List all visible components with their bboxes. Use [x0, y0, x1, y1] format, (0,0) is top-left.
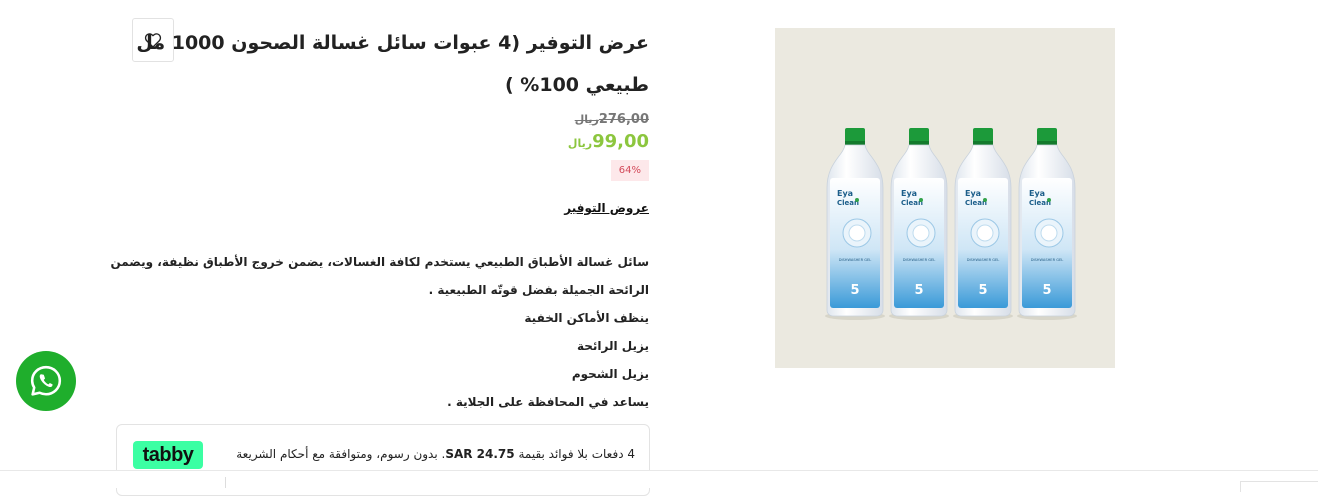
new-price-currency: ريال [567, 137, 593, 150]
description-line: يزيل الشحوم [571, 367, 649, 381]
description-line: ينظف الأماكن الخفية [524, 311, 649, 325]
svg-text:DISHWASHER GEL: DISHWASHER GEL [967, 258, 1000, 262]
new-price-value: 99,00 [592, 131, 649, 152]
svg-text:Eya: Eya [901, 189, 917, 198]
old-price: 276,00ريال [109, 112, 649, 127]
tabby-logo: tabby [133, 441, 203, 469]
product-image[interactable]: Eya Clean DISHWASHER GEL 5 Eya Clean DISHWASHE… [775, 28, 1115, 368]
svg-text:Eya: Eya [837, 189, 853, 198]
tabby-text-prefix: 4 دفعات بلا فوائد بقيمة [514, 447, 635, 461]
old-price-value: 276,00 [598, 112, 649, 127]
svg-text:5: 5 [1042, 283, 1051, 298]
bottom-bar [0, 470, 1318, 492]
product-title: عرض التوفير (4 عبوات سائل غسالة الصحون 1… [136, 32, 649, 96]
svg-text:5: 5 [850, 283, 859, 298]
svg-text:5: 5 [978, 283, 987, 298]
svg-text:5: 5 [914, 283, 923, 298]
product-description: سائل غسالة الأطباق الطبيعي يستخدم لكافة … [89, 248, 649, 416]
tabby-amount: SAR 24.75 [445, 447, 515, 461]
svg-text:DISHWASHER GEL: DISHWASHER GEL [839, 258, 872, 262]
description-line: سائل غسالة الأطباق الطبيعي يستخدم لكافة … [110, 255, 649, 297]
svg-text:Eya: Eya [1029, 189, 1045, 198]
svg-text:DISHWASHER GEL: DISHWASHER GEL [1031, 258, 1064, 262]
whatsapp-button[interactable] [16, 351, 76, 411]
product-bottles-illustration: EyaCleanDISHWASHER GEL5EyaCleanDISHWASHE… [825, 128, 1077, 320]
description-line: يساعد في المحافظة على الجلاية . [447, 395, 649, 409]
old-price-currency: ريال [574, 113, 599, 126]
divider [225, 477, 226, 488]
bottle: EyaCleanDISHWASHER GEL5 [953, 128, 1013, 320]
bottle: EyaCleanDISHWASHER GEL5 [825, 128, 885, 320]
product-info: عرض التوفير (4 عبوات سائل غسالة الصحون 1… [109, 22, 649, 215]
svg-text:DISHWASHER GEL: DISHWASHER GEL [903, 258, 936, 262]
description-line: يزيل الرائحة [577, 339, 649, 353]
bottle: EyaCleanDISHWASHER GEL5 [889, 128, 949, 320]
whatsapp-icon [30, 365, 62, 396]
discount-badge: 64% [610, 160, 649, 181]
category-link[interactable]: عروض التوفير [109, 201, 649, 215]
new-price: 99,00ريال [109, 131, 649, 152]
bottle: EyaCleanDISHWASHER GEL5 [1017, 128, 1077, 320]
svg-text:Eya: Eya [965, 189, 981, 198]
